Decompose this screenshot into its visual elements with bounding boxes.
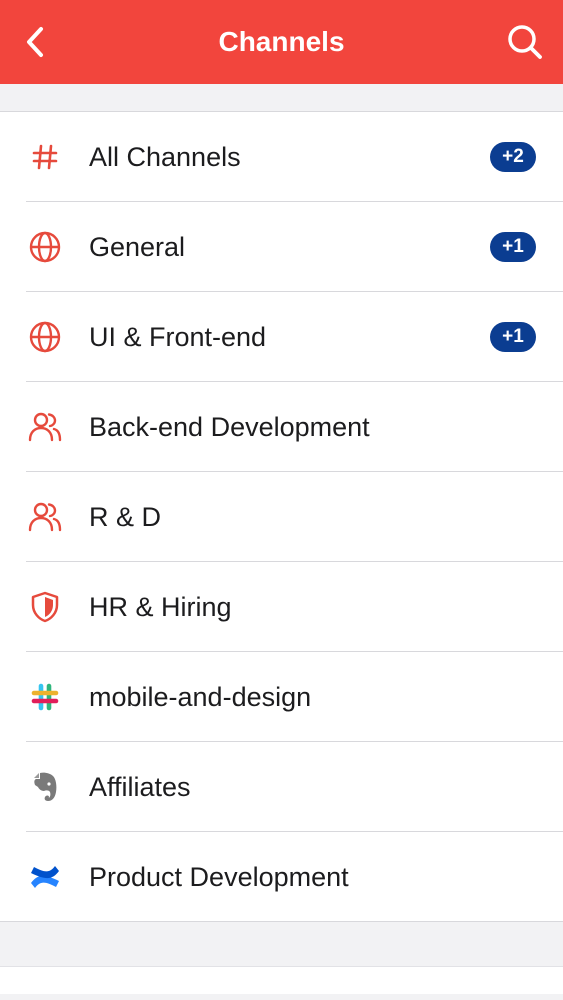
channel-label: UI & Front-end xyxy=(89,321,267,352)
channel-label: Product Development xyxy=(89,861,349,892)
channel-label: mobile-and-design xyxy=(89,681,312,712)
page-title: Channels xyxy=(218,26,345,57)
footer-area xyxy=(0,967,563,994)
nav-bar: Channels xyxy=(0,0,563,84)
back-button[interactable] xyxy=(4,0,68,84)
channel-label: Back-end Development xyxy=(89,411,370,442)
channel-list: All Channels +2 General +1 UI & Front-en… xyxy=(0,112,563,922)
channel-item-back-end-development[interactable]: Back-end Development xyxy=(0,382,563,472)
users-icon xyxy=(28,412,62,442)
hash-icon xyxy=(32,144,58,170)
channel-item-affiliates[interactable]: Affiliates xyxy=(0,742,563,832)
channel-item-general[interactable]: General +1 xyxy=(0,202,563,292)
evernote-icon xyxy=(34,772,57,801)
section-spacer xyxy=(0,922,563,967)
globe-icon xyxy=(29,231,61,263)
section-spacer xyxy=(0,84,563,112)
channel-item-hr-and-hiring[interactable]: HR & Hiring xyxy=(0,562,563,652)
search-button[interactable] xyxy=(493,0,557,84)
channel-item-r-and-d[interactable]: R & D xyxy=(0,472,563,562)
unread-badge: +1 xyxy=(490,322,536,352)
slack-icon xyxy=(31,683,59,711)
channel-label: General xyxy=(89,231,186,262)
users-icon xyxy=(28,502,62,532)
channel-item-ui-front-end[interactable]: UI & Front-end +1 xyxy=(0,292,563,382)
chevron-left-icon xyxy=(27,27,43,57)
channel-item-mobile-and-design[interactable]: mobile-and-design xyxy=(0,652,563,742)
channel-item-product-development[interactable]: Product Development xyxy=(0,832,563,922)
channel-label: R & D xyxy=(89,501,162,532)
channel-label: HR & Hiring xyxy=(89,591,232,622)
search-icon xyxy=(508,25,542,59)
unread-badge: +2 xyxy=(490,142,536,172)
channel-label: All Channels xyxy=(89,141,241,172)
unread-badge: +1 xyxy=(490,232,536,262)
globe-icon xyxy=(29,321,61,353)
confluence-icon xyxy=(31,866,59,888)
channel-item-all-channels[interactable]: All Channels +2 xyxy=(0,112,563,202)
shield-icon xyxy=(31,591,59,623)
channel-label: Affiliates xyxy=(89,771,191,802)
